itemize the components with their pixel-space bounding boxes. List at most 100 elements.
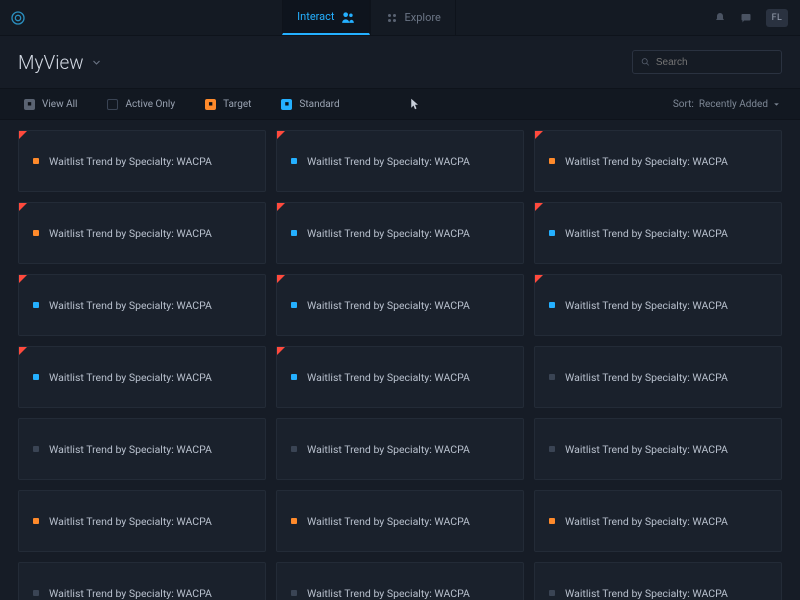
- tab-explore[interactable]: Explore: [370, 0, 456, 35]
- tab-interact[interactable]: Interact: [282, 0, 369, 35]
- card-title: Waitlist Trend by Specialty: WACPA: [565, 587, 728, 600]
- filter-view-all[interactable]: ■ View All: [24, 99, 77, 110]
- card[interactable]: Waitlist Trend by Specialty: WACPA: [18, 130, 266, 192]
- corner-flag-icon: [535, 275, 543, 283]
- filter-standard[interactable]: ■ Standard: [281, 99, 339, 110]
- card-title: Waitlist Trend by Specialty: WACPA: [49, 155, 212, 168]
- card[interactable]: Waitlist Trend by Specialty: WACPA: [276, 490, 524, 552]
- card[interactable]: Waitlist Trend by Specialty: WACPA: [18, 274, 266, 336]
- card[interactable]: Waitlist Trend by Specialty: WACPA: [534, 346, 782, 408]
- card-title: Waitlist Trend by Specialty: WACPA: [49, 515, 212, 528]
- card-grid: Waitlist Trend by Specialty: WACPAWaitli…: [18, 120, 782, 600]
- search-input[interactable]: [656, 57, 773, 68]
- card[interactable]: Waitlist Trend by Specialty: WACPA: [276, 346, 524, 408]
- filter-bar: ■ View All Active Only ■ Target ■ Standa…: [0, 88, 800, 120]
- filter-label: Standard: [299, 99, 339, 110]
- corner-flag-icon: [19, 203, 27, 211]
- card[interactable]: Waitlist Trend by Specialty: WACPA: [534, 130, 782, 192]
- caret-down-icon: [773, 101, 780, 108]
- card[interactable]: Waitlist Trend by Specialty: WACPA: [18, 202, 266, 264]
- corner-flag-icon: [535, 203, 543, 211]
- card-title: Waitlist Trend by Specialty: WACPA: [307, 371, 470, 384]
- tab-label: Explore: [405, 11, 441, 24]
- explore-icon: [385, 12, 399, 24]
- card[interactable]: Waitlist Trend by Specialty: WACPA: [18, 562, 266, 600]
- checkbox-icon: ■: [24, 99, 35, 110]
- filter-label: Target: [223, 99, 251, 110]
- card[interactable]: Waitlist Trend by Specialty: WACPA: [276, 274, 524, 336]
- status-dot: [33, 230, 39, 236]
- card-title: Waitlist Trend by Specialty: WACPA: [565, 515, 728, 528]
- card-title: Waitlist Trend by Specialty: WACPA: [49, 587, 212, 600]
- corner-flag-icon: [277, 347, 285, 355]
- avatar[interactable]: FL: [766, 9, 788, 27]
- card[interactable]: Waitlist Trend by Specialty: WACPA: [534, 490, 782, 552]
- chevron-down-icon: [92, 58, 101, 67]
- status-dot: [291, 590, 297, 596]
- card-title: Waitlist Trend by Specialty: WACPA: [565, 371, 728, 384]
- card[interactable]: Waitlist Trend by Specialty: WACPA: [276, 418, 524, 480]
- card[interactable]: Waitlist Trend by Specialty: WACPA: [534, 274, 782, 336]
- nav-tabs: Interact Explore: [282, 0, 456, 35]
- card[interactable]: Waitlist Trend by Specialty: WACPA: [276, 202, 524, 264]
- nav-right: FL: [702, 0, 800, 35]
- card[interactable]: Waitlist Trend by Specialty: WACPA: [534, 202, 782, 264]
- filter-target[interactable]: ■ Target: [205, 99, 251, 110]
- corner-flag-icon: [19, 131, 27, 139]
- status-dot: [549, 158, 555, 164]
- page-title[interactable]: MyView: [18, 51, 101, 74]
- card-title: Waitlist Trend by Specialty: WACPA: [49, 299, 212, 312]
- card-title: Waitlist Trend by Specialty: WACPA: [307, 443, 470, 456]
- corner-flag-icon: [277, 131, 285, 139]
- status-dot: [291, 230, 297, 236]
- card[interactable]: Waitlist Trend by Specialty: WACPA: [534, 562, 782, 600]
- status-dot: [549, 230, 555, 236]
- app-logo[interactable]: [0, 0, 36, 35]
- card[interactable]: Waitlist Trend by Specialty: WACPA: [534, 418, 782, 480]
- corner-flag-icon: [19, 275, 27, 283]
- card-title: Waitlist Trend by Specialty: WACPA: [307, 587, 470, 600]
- corner-flag-icon: [19, 347, 27, 355]
- status-dot: [33, 302, 39, 308]
- status-dot: [291, 302, 297, 308]
- card-title: Waitlist Trend by Specialty: WACPA: [307, 299, 470, 312]
- chat-icon[interactable]: [740, 12, 752, 24]
- checkbox-icon: ■: [281, 99, 292, 110]
- filter-active-only[interactable]: Active Only: [107, 99, 175, 110]
- card[interactable]: Waitlist Trend by Specialty: WACPA: [18, 490, 266, 552]
- card[interactable]: Waitlist Trend by Specialty: WACPA: [276, 130, 524, 192]
- status-dot: [549, 446, 555, 452]
- status-dot: [33, 590, 39, 596]
- checkbox-icon: ■: [205, 99, 216, 110]
- status-dot: [549, 374, 555, 380]
- status-dot: [33, 374, 39, 380]
- card-title: Waitlist Trend by Specialty: WACPA: [565, 299, 728, 312]
- top-nav: Interact Explore FL: [0, 0, 800, 36]
- checkbox-icon: [107, 99, 118, 110]
- status-dot: [549, 518, 555, 524]
- card[interactable]: Waitlist Trend by Specialty: WACPA: [18, 346, 266, 408]
- filter-label: View All: [42, 99, 77, 110]
- bell-icon[interactable]: [714, 12, 726, 24]
- sort-label: Sort:: [673, 99, 694, 110]
- avatar-initials: FL: [772, 13, 783, 23]
- tab-label: Interact: [297, 10, 334, 23]
- card[interactable]: Waitlist Trend by Specialty: WACPA: [18, 418, 266, 480]
- sub-header: MyView: [0, 36, 800, 88]
- card-title: Waitlist Trend by Specialty: WACPA: [49, 227, 212, 240]
- filter-label: Active Only: [125, 99, 175, 110]
- corner-flag-icon: [277, 203, 285, 211]
- corner-flag-icon: [277, 275, 285, 283]
- status-dot: [549, 590, 555, 596]
- corner-flag-icon: [535, 131, 543, 139]
- status-dot: [291, 158, 297, 164]
- page-title-text: MyView: [18, 51, 84, 74]
- cursor-icon: [410, 98, 420, 110]
- search-box[interactable]: [632, 50, 782, 74]
- sort-value: Recently Added: [699, 99, 768, 110]
- card-grid-viewport: Waitlist Trend by Specialty: WACPAWaitli…: [0, 120, 800, 600]
- sort-control[interactable]: Sort: Recently Added: [673, 99, 780, 110]
- card-title: Waitlist Trend by Specialty: WACPA: [565, 227, 728, 240]
- status-dot: [549, 302, 555, 308]
- card[interactable]: Waitlist Trend by Specialty: WACPA: [276, 562, 524, 600]
